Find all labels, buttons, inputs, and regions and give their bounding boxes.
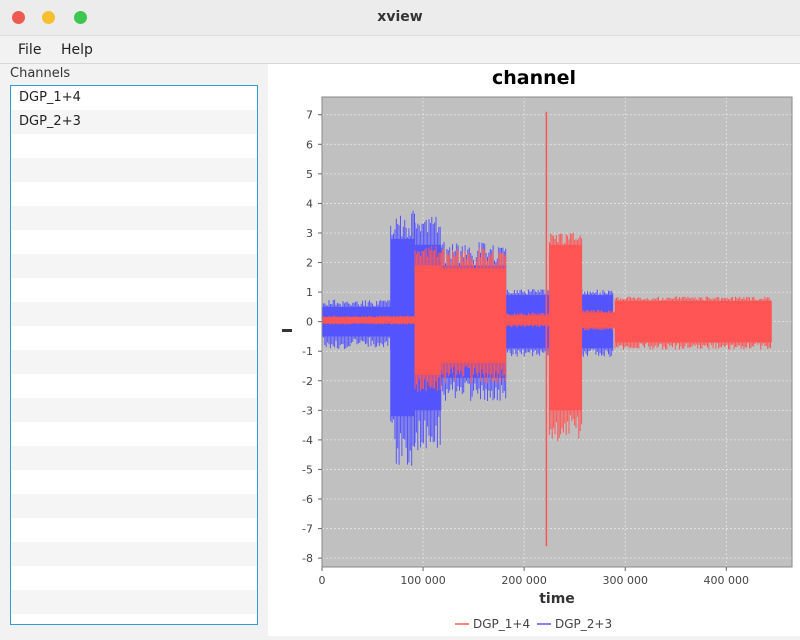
y-tick-label: 2 [306,257,313,270]
list-item-empty [11,398,257,422]
menu-bar: File Help [0,36,800,64]
y-tick-label: 1 [306,286,313,299]
list-item-empty [11,614,257,624]
y-tick-label: -1 [302,345,313,358]
x-tick-label: 0 [319,574,326,587]
list-item-empty [11,590,257,614]
list-item-empty [11,134,257,158]
y-tick-label: -5 [302,463,313,476]
legend: DGP_1+4 DGP_2+3 [455,617,612,631]
list-item-empty [11,254,257,278]
y-tick-label: 0 [306,316,313,329]
menu-file[interactable]: File [18,42,41,58]
chart-title: channel [492,67,576,89]
list-item-empty [11,182,257,206]
y-tick-label: 5 [306,168,313,181]
list-item-empty [11,326,257,350]
y-tick-label: 6 [306,138,313,151]
y-tick-label: -3 [302,404,313,417]
series-dgp-1-4-trace [440,247,507,384]
list-item-empty [11,494,257,518]
y-tick-label: 7 [306,109,313,122]
list-item-empty [11,302,257,326]
y-tick-label: -7 [302,523,313,536]
list-item-empty [11,350,257,374]
list-item-empty [11,278,257,302]
y-tick-label: -6 [302,493,313,506]
y-axis-label-marker [282,329,292,332]
chart-panel: channel 7 6 5 4 3 2 1 0 -1 -2 -3 -4 -5 -6 -7 -8 0 100 000… [268,64,800,636]
list-item-empty [11,566,257,590]
list-item-empty [11,470,257,494]
x-tick-label: 100 000 [400,574,446,587]
title-bar: xview [0,0,800,36]
series-dgp-1-4-trace [414,246,441,392]
channels-label: Channels [10,66,71,81]
y-tick-label: -8 [302,552,313,565]
y-tick-label: 4 [306,197,313,210]
list-item-empty [11,158,257,182]
menu-help[interactable]: Help [61,42,93,58]
y-tick-label: -4 [302,434,313,447]
list-item-dgp-1-4[interactable]: DGP_1+4 [11,86,257,110]
x-tick-label: 200 000 [501,574,546,587]
channels-list[interactable]: DGP_1+4 DGP_2+3 [10,85,258,625]
legend-label-dgp-2-3: DGP_2+3 [555,617,612,631]
list-item-empty [11,230,257,254]
channels-panel: Channels DGP_1+4 DGP_2+3 [0,64,268,636]
list-item-empty [11,446,257,470]
y-tick-label: -2 [302,375,313,388]
x-tick-label: 300 000 [602,574,648,587]
list-item-empty [11,422,257,446]
x-tick-label: 400 000 [704,574,750,587]
series-dgp-1-4-trace [321,315,415,325]
y-tick-label: 3 [306,227,313,240]
window-title: xview [377,9,423,25]
x-axis-label: time [539,591,575,607]
list-item-empty [11,206,257,230]
list-item-empty [11,518,257,542]
list-item-empty [11,374,257,398]
line-chart: channel 7 6 5 4 3 2 1 0 -1 -2 -3 -4 -5 -6 -7 -8 0 100 000… [282,67,793,631]
list-item-dgp-2-3[interactable]: DGP_2+3 [11,110,257,134]
legend-label-dgp-1-4: DGP_1+4 [473,617,530,631]
list-item-empty [11,542,257,566]
